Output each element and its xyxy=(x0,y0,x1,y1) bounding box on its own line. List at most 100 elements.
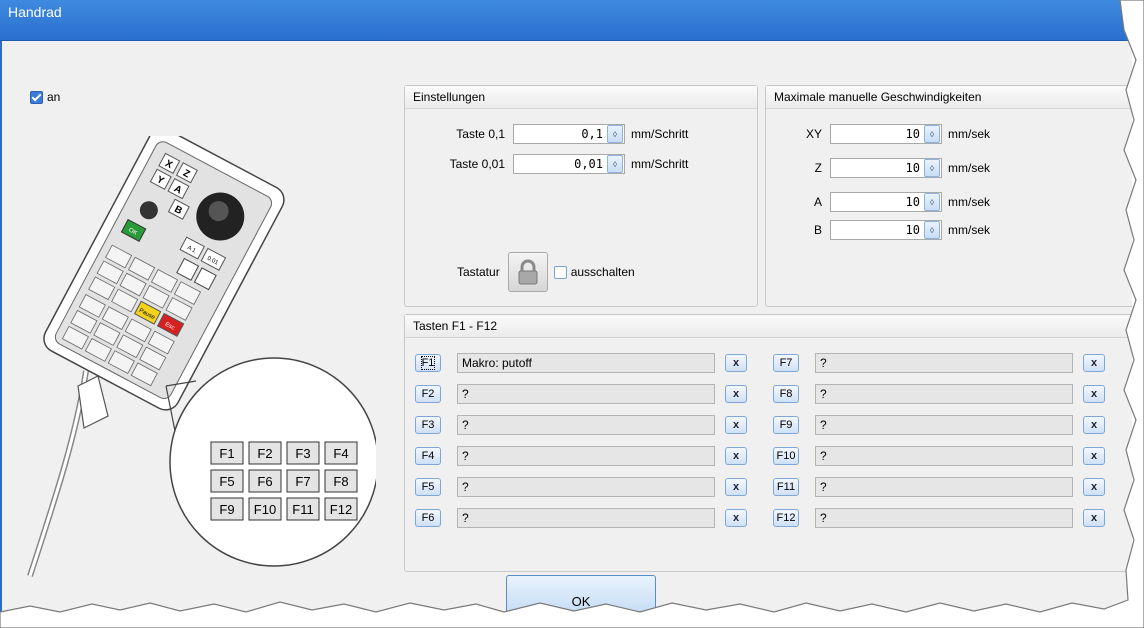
spinbox-value[interactable]: 10 xyxy=(831,223,924,237)
fkey-assign-button[interactable]: F9 xyxy=(773,416,799,434)
fkey-assignment-field[interactable]: ? xyxy=(457,384,715,404)
fkey-assignment-field[interactable]: ? xyxy=(815,353,1073,373)
fkey-label: F2 xyxy=(421,388,435,400)
settings-panel-title: Einstellungen xyxy=(405,86,757,109)
fkey-label: F9 xyxy=(779,419,793,431)
speed-b-spinbox[interactable]: 10 ◊ xyxy=(830,220,942,240)
spin-updown-icon[interactable]: ◊ xyxy=(924,221,940,239)
callout-key-label: F4 xyxy=(333,446,348,461)
speed-unit: mm/sek xyxy=(948,161,990,175)
fkey-assign-button[interactable]: F3 xyxy=(415,416,441,434)
fkey-assignment-field[interactable]: ? xyxy=(457,508,715,528)
fkey-row: F10? x xyxy=(773,446,1113,466)
fkey-assign-button[interactable]: F8 xyxy=(773,385,799,403)
fkey-label: F11 xyxy=(776,481,796,493)
speed-xy-spinbox[interactable]: 10 ◊ xyxy=(830,124,942,144)
fkey-assignment-field[interactable]: ? xyxy=(815,446,1073,466)
handwheel-pendant-illustration: X Z Y A B A 1 0.01 OK Pause Esc F1 F2 F3… xyxy=(27,136,376,577)
disable-keyboard-checkbox[interactable]: ausschalten xyxy=(553,265,635,279)
fkey-assign-button[interactable]: F10 xyxy=(773,447,799,465)
clear-assignment-button[interactable]: x xyxy=(1083,447,1105,465)
fkey-assignment-field[interactable]: ? xyxy=(457,477,715,497)
clear-assignment-button[interactable]: x xyxy=(1083,385,1105,403)
fkey-assign-button[interactable]: F5 xyxy=(415,478,441,496)
speed-z-spinbox[interactable]: 10 ◊ xyxy=(830,158,942,178)
clear-assignment-button[interactable]: x xyxy=(1083,478,1105,496)
fkey-row: F12? x xyxy=(773,508,1113,528)
spin-updown-icon[interactable]: ◊ xyxy=(924,159,940,177)
fkey-row: F11? x xyxy=(773,477,1113,497)
spinbox-value[interactable]: 0,01 xyxy=(514,157,607,171)
lock-icon xyxy=(518,259,538,285)
callout-key-label: F9 xyxy=(219,502,234,517)
fkey-row: F1 Makro: putoff x xyxy=(415,353,755,373)
ok-button[interactable]: OK xyxy=(506,575,656,622)
spin-updown-icon[interactable]: ◊ xyxy=(924,125,940,143)
fkey-assignment-field[interactable]: ? xyxy=(815,415,1073,435)
clear-assignment-button[interactable]: x xyxy=(1083,416,1105,434)
checkbox-checked-icon[interactable] xyxy=(30,90,43,104)
fkey-assignment-field[interactable]: Makro: putoff xyxy=(457,353,715,373)
fkey-assign-button[interactable]: F6 xyxy=(415,509,441,527)
callout-key-label: F1 xyxy=(219,446,234,461)
fkey-assign-button[interactable]: F2 xyxy=(415,385,441,403)
fkey-assignment-field[interactable]: ? xyxy=(815,477,1073,497)
fkey-assign-button[interactable]: F4 xyxy=(415,447,441,465)
clear-assignment-button[interactable]: x xyxy=(1083,509,1105,527)
clear-assignment-button[interactable]: x xyxy=(725,447,747,465)
handrad-window: Handrad an X Z Y A B A 1 0.01 OK Pause E… xyxy=(0,0,1132,622)
callout-key-label: F12 xyxy=(330,502,352,517)
fkey-assign-button[interactable]: F12 xyxy=(773,509,799,527)
axis-label: XY xyxy=(805,127,822,141)
fkey-row: F8? x xyxy=(773,384,1113,404)
speed-unit: mm/sek xyxy=(948,127,990,141)
spinbox-value[interactable]: 10 xyxy=(831,127,924,141)
fkey-assignment-field[interactable]: ? xyxy=(457,446,715,466)
fkey-label: F10 xyxy=(776,450,796,462)
spinbox-value[interactable]: 10 xyxy=(831,195,924,209)
step-unit: mm/Schritt xyxy=(631,127,689,141)
callout-key-label: F3 xyxy=(295,446,310,461)
clear-assignment-button[interactable]: x xyxy=(725,509,747,527)
fkey-assignment-field[interactable]: ? xyxy=(815,508,1073,528)
title-bar: Handrad xyxy=(0,0,1132,41)
clear-assignment-button[interactable]: x xyxy=(725,385,747,403)
enable-checkbox[interactable]: an xyxy=(30,90,60,104)
clear-assignment-button[interactable]: x xyxy=(1083,354,1105,372)
spin-updown-icon[interactable]: ◊ xyxy=(607,125,623,143)
dialog-client-area: an X Z Y A B A 1 0.01 OK Pause Esc F1 F2… xyxy=(0,41,1132,622)
spin-updown-icon[interactable]: ◊ xyxy=(924,193,940,211)
spinbox-value[interactable]: 10 xyxy=(831,161,924,175)
max-speeds-panel-title: Maximale manuelle Geschwindigkeiten xyxy=(766,86,1132,109)
fkey-assignment-field[interactable]: ? xyxy=(457,415,715,435)
fkey-assign-button[interactable]: F11 xyxy=(773,478,799,496)
step-001-spinbox[interactable]: 0,01 ◊ xyxy=(513,154,625,174)
disable-keyboard-label: ausschalten xyxy=(570,265,635,279)
fkey-label: F6 xyxy=(421,512,435,524)
keyboard-label: Tastatur xyxy=(457,265,500,279)
fkey-label: F3 xyxy=(421,419,435,431)
fkey-assign-button[interactable]: F1 xyxy=(415,354,441,372)
clear-assignment-button[interactable]: x xyxy=(725,478,747,496)
clear-assignment-button[interactable]: x xyxy=(725,354,747,372)
fkey-assignment-field[interactable]: ? xyxy=(815,384,1073,404)
fkey-row: F9? x xyxy=(773,415,1113,435)
lock-button[interactable] xyxy=(507,252,548,292)
fkey-assign-button[interactable]: F7 xyxy=(773,354,799,372)
checkbox-unchecked-icon[interactable] xyxy=(553,265,567,279)
fkey-row: F4? x xyxy=(415,446,755,466)
callout-key-label: F8 xyxy=(333,474,348,489)
enable-label: an xyxy=(47,90,61,104)
spin-updown-icon[interactable]: ◊ xyxy=(607,155,623,173)
fkey-label: F1 xyxy=(420,356,436,370)
clear-assignment-button[interactable]: x xyxy=(725,416,747,434)
step-01-spinbox[interactable]: 0,1 ◊ xyxy=(513,124,625,144)
speed-unit: mm/sek xyxy=(948,223,990,237)
ok-button-label: OK xyxy=(571,594,591,609)
spinbox-value[interactable]: 0,1 xyxy=(514,127,607,141)
speed-row-a: A 10 ◊ mm/sek xyxy=(776,192,990,212)
speed-a-spinbox[interactable]: 10 ◊ xyxy=(830,192,942,212)
max-speeds-panel: Maximale manuelle Geschwindigkeiten XY 1… xyxy=(765,85,1132,307)
axis-label: Z xyxy=(814,161,822,175)
callout-key-label: F7 xyxy=(295,474,310,489)
